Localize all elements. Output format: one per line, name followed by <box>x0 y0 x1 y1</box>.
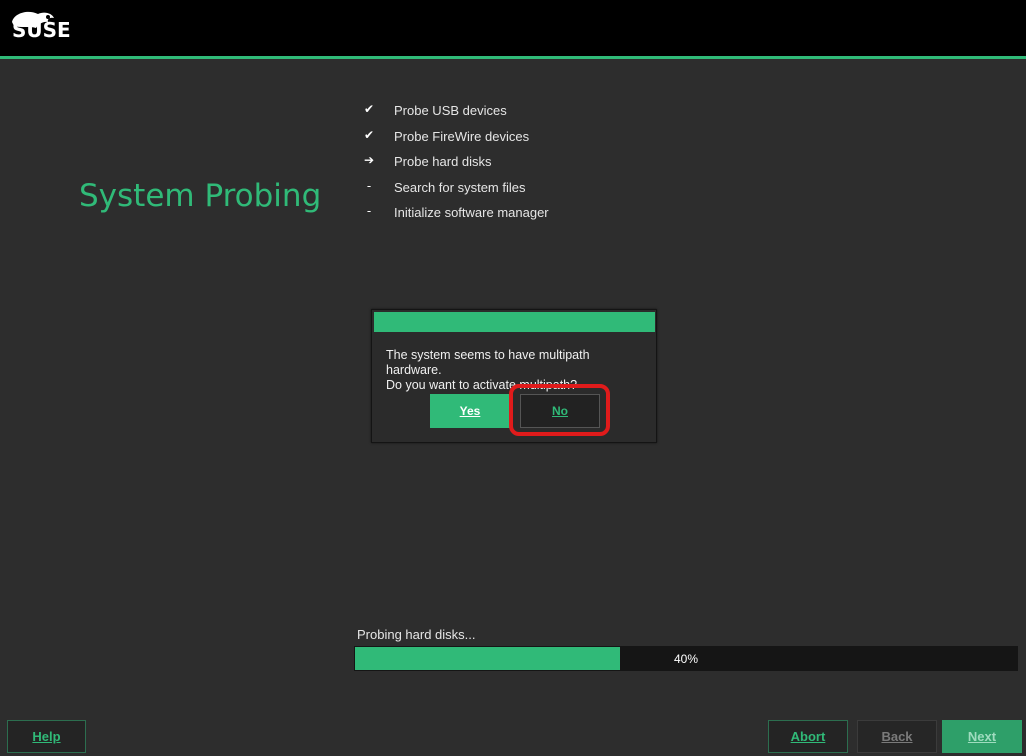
step-item: ✔ Probe FireWire devices <box>360 126 660 152</box>
step-label: Probe hard disks <box>394 154 492 169</box>
dash-icon: - <box>366 178 372 193</box>
progress-percent: 40% <box>673 651 699 666</box>
step-item: - Initialize software manager <box>360 202 660 228</box>
step-item: ➔ Probe hard disks <box>360 151 660 177</box>
step-label: Initialize software manager <box>394 205 549 220</box>
abort-button[interactable]: Abort <box>768 720 848 753</box>
dialog-message-line: The system seems to have multipath hardw… <box>386 348 590 377</box>
help-button[interactable]: Help <box>7 720 86 753</box>
progress-bar: 40% <box>354 646 1018 671</box>
dash-icon: - <box>366 204 372 218</box>
dialog-title-bar <box>374 312 655 332</box>
back-button[interactable]: Back <box>857 720 937 753</box>
page-title: System Probing <box>79 178 322 214</box>
top-bar: SUSE <box>0 0 1026 56</box>
yes-button[interactable]: Yes <box>430 394 510 428</box>
checkmark-icon: ✔ <box>363 127 375 142</box>
next-button[interactable]: Next <box>942 720 1022 753</box>
progress-label: Probing hard disks... <box>357 627 476 642</box>
step-item: ✔ Probe USB devices <box>360 100 660 126</box>
suse-logo-text: SUSE <box>12 18 71 42</box>
step-label: Search for system files <box>394 179 526 195</box>
header-accent-line <box>0 56 1026 59</box>
arrow-right-icon: ➔ <box>363 153 375 167</box>
probing-steps-list: ✔ Probe USB devices ✔ Probe FireWire dev… <box>360 100 660 228</box>
step-label: Probe USB devices <box>394 103 507 118</box>
step-label: Probe FireWire devices <box>394 128 530 144</box>
highlight-annotation <box>509 384 610 436</box>
step-item: - Search for system files <box>360 177 660 203</box>
checkmark-icon: ✔ <box>363 102 375 116</box>
